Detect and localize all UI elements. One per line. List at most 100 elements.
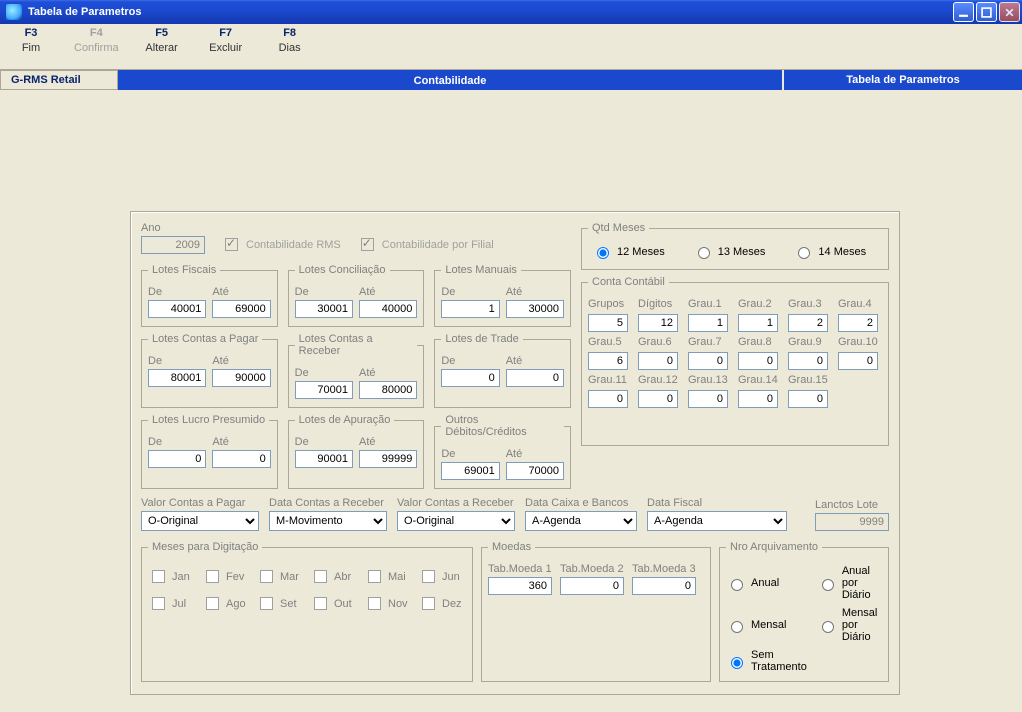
- tab-moeda-3[interactable]: [632, 577, 696, 595]
- select-valor-contas-receber[interactable]: O-Original: [397, 511, 515, 531]
- radio-12-meses[interactable]: 12 Meses: [592, 244, 665, 259]
- lotes-apuracao-ate[interactable]: [359, 450, 417, 468]
- lotes-conciliacao-ate[interactable]: [359, 300, 417, 318]
- lotes-apuracao-de[interactable]: [295, 450, 353, 468]
- mes-jan[interactable]: Jan: [148, 567, 196, 586]
- subheader-left: G-RMS Retail: [0, 70, 118, 90]
- check-contabilidade-filial[interactable]: Contabilidade por Filial: [357, 235, 494, 254]
- arq-sem-tratamento[interactable]: Sem Tratamento: [726, 649, 807, 673]
- conta-digitos[interactable]: [638, 314, 678, 332]
- check-rms-box[interactable]: [225, 238, 238, 251]
- lotes-trade-de[interactable]: [441, 369, 499, 387]
- lanctos-lote[interactable]: [815, 513, 889, 531]
- window-buttons: [953, 2, 1020, 22]
- mes-jun[interactable]: Jun: [418, 567, 466, 586]
- tab-moeda-1[interactable]: [488, 577, 552, 595]
- lotes-contas-pagar: Lotes Contas a Pagar De Até: [141, 333, 278, 408]
- window-title: Tabela de Parametros: [28, 6, 953, 18]
- mes-ago[interactable]: Ago: [202, 594, 250, 613]
- conta-grau-4[interactable]: [838, 314, 878, 332]
- moedas: Moedas Tab.Moeda 1 Tab.Moeda 2 Tab.Moeda…: [481, 541, 711, 682]
- arq-anual[interactable]: Anual: [726, 565, 807, 601]
- close-button[interactable]: [999, 2, 1020, 22]
- lotes-receber-de[interactable]: [295, 381, 353, 399]
- tab-moeda-2[interactable]: [560, 577, 624, 595]
- sub-header: G-RMS Retail Contabilidade Tabela de Par…: [0, 70, 1022, 90]
- mes-jul[interactable]: Jul: [148, 594, 196, 613]
- subheader-middle: Contabilidade: [118, 70, 782, 90]
- check-contabilidade-rms[interactable]: Contabilidade RMS: [221, 235, 341, 254]
- toolbar-f3-fim[interactable]: F3 Fim: [10, 27, 52, 69]
- mes-dez[interactable]: Dez: [418, 594, 466, 613]
- conta-contabil: Conta Contábil Grupos Dígitos Grau.1 Gra…: [581, 276, 889, 446]
- conta-grau-6[interactable]: [638, 352, 678, 370]
- toolbar-f7-excluir[interactable]: F7 Excluir: [205, 27, 247, 69]
- nro-arquivamento: Nro Arquivamento Anual Anual por Diário …: [719, 541, 889, 682]
- conta-grau-7[interactable]: [688, 352, 728, 370]
- lotes-trade: Lotes de Trade De Até: [434, 333, 571, 408]
- toolbar: F3 Fim F4 Confirma F5 Alterar F7 Excluir…: [0, 24, 1022, 70]
- conta-grau-2[interactable]: [738, 314, 778, 332]
- arq-mensal[interactable]: Mensal: [726, 607, 807, 643]
- select-data-contas-receber[interactable]: M-Movimento: [269, 511, 387, 531]
- mes-mai[interactable]: Mai: [364, 567, 412, 586]
- conta-grau-10[interactable]: [838, 352, 878, 370]
- select-data-fiscal[interactable]: A-Agenda: [647, 511, 787, 531]
- radio-14-meses[interactable]: 14 Meses: [793, 244, 866, 259]
- conta-grau-1[interactable]: [688, 314, 728, 332]
- lotes-manuais-ate[interactable]: [506, 300, 564, 318]
- conta-grau-9[interactable]: [788, 352, 828, 370]
- conta-grau-15[interactable]: [788, 390, 828, 408]
- lotes-fiscais-de[interactable]: [148, 300, 206, 318]
- lotes-outros-ate[interactable]: [506, 462, 564, 480]
- lotes-pagar-de[interactable]: [148, 369, 206, 387]
- ano-label: Ano: [141, 222, 205, 234]
- arq-anual-diario[interactable]: Anual por Diário: [817, 565, 882, 601]
- lotes-apuracao: Lotes de Apuração De Até: [288, 414, 425, 489]
- select-data-caixa-bancos[interactable]: A-Agenda: [525, 511, 637, 531]
- mes-fev[interactable]: Fev: [202, 567, 250, 586]
- subheader-right: Tabela de Parametros: [782, 70, 1022, 90]
- lotes-trade-ate[interactable]: [506, 369, 564, 387]
- app-icon: [6, 4, 22, 20]
- title-bar: Tabela de Parametros: [0, 0, 1022, 24]
- lotes-manuais: Lotes Manuais De Até: [434, 264, 571, 327]
- meses-digitacao: Meses para Digitação Jan Fev Mar Abr Mai…: [141, 541, 473, 682]
- arq-mensal-diario[interactable]: Mensal por Diário: [817, 607, 882, 643]
- qtd-meses: Qtd Meses 12 Meses 13 Meses 14 Meses: [581, 222, 889, 270]
- toolbar-f8-dias[interactable]: F8 Dias: [269, 27, 311, 69]
- ano-input[interactable]: [141, 236, 205, 254]
- lotes-pagar-ate[interactable]: [212, 369, 270, 387]
- lotes-outros-de[interactable]: [441, 462, 499, 480]
- check-filial-box[interactable]: [361, 238, 374, 251]
- mes-abr[interactable]: Abr: [310, 567, 358, 586]
- lotes-receber-ate[interactable]: [359, 381, 417, 399]
- conta-grau-14[interactable]: [738, 390, 778, 408]
- select-valor-contas-pagar[interactable]: O-Original: [141, 511, 259, 531]
- mes-set[interactable]: Set: [256, 594, 304, 613]
- lotes-lucro-presumido: Lotes Lucro Presumido De Até: [141, 414, 278, 489]
- radio-13-meses[interactable]: 13 Meses: [693, 244, 766, 259]
- lotes-lucro-ate[interactable]: [212, 450, 270, 468]
- conta-grau-12[interactable]: [638, 390, 678, 408]
- conta-grau-8[interactable]: [738, 352, 778, 370]
- lotes-conciliacao: Lotes Conciliação De Até: [288, 264, 425, 327]
- lotes-conciliacao-de[interactable]: [295, 300, 353, 318]
- toolbar-f5-alterar[interactable]: F5 Alterar: [141, 27, 183, 69]
- lotes-manuais-de[interactable]: [441, 300, 499, 318]
- minimize-button[interactable]: [953, 2, 974, 22]
- mes-out[interactable]: Out: [310, 594, 358, 613]
- conta-grau-5[interactable]: [588, 352, 628, 370]
- lotes-lucro-de[interactable]: [148, 450, 206, 468]
- maximize-button[interactable]: [976, 2, 997, 22]
- conta-grau-11[interactable]: [588, 390, 628, 408]
- conta-grau-13[interactable]: [688, 390, 728, 408]
- lotes-fiscais-ate[interactable]: [212, 300, 270, 318]
- mes-nov[interactable]: Nov: [364, 594, 412, 613]
- conta-grau-3[interactable]: [788, 314, 828, 332]
- toolbar-f4-confirma: F4 Confirma: [74, 27, 119, 69]
- lotes-outros-debitos-creditos: Outros Débitos/Créditos De Até: [434, 414, 571, 489]
- conta-grupos[interactable]: [588, 314, 628, 332]
- main-panel: Ano Contabilidade RMS Contabilidade por …: [130, 211, 900, 695]
- mes-mar[interactable]: Mar: [256, 567, 304, 586]
